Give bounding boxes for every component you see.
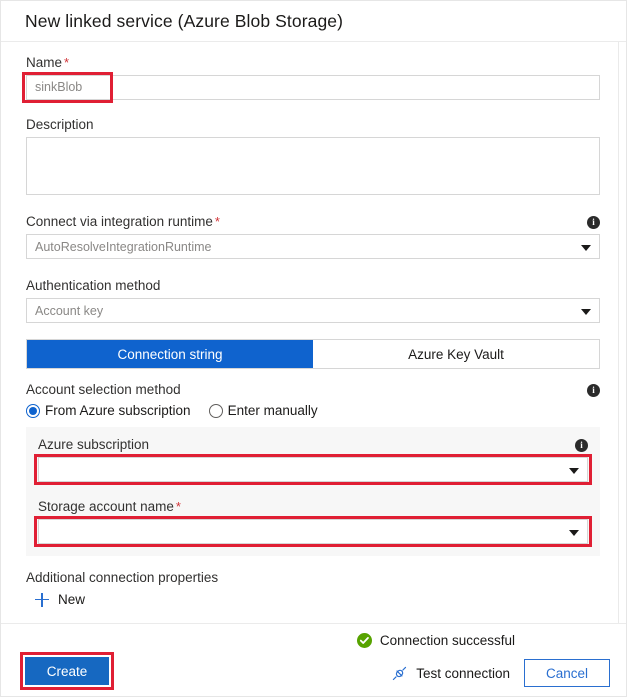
azure-subscription-label: Azure subscription	[38, 437, 150, 452]
test-connection-button[interactable]: Test connection	[391, 665, 510, 682]
azure-subscription-label-row: Azure subscription i	[38, 436, 588, 454]
name-label: Name *	[26, 54, 69, 72]
integration-runtime-label-text: Connect via integration runtime	[26, 214, 213, 229]
dialog-footer: Connection successful Test connection Ca…	[1, 623, 626, 696]
azure-subscription-select[interactable]	[38, 457, 588, 482]
integration-runtime-field-group: Connect via integration runtime * i AutoR…	[26, 213, 600, 259]
info-icon[interactable]: i	[575, 438, 588, 452]
footer-actions: Test connection Cancel	[26, 656, 610, 690]
auth-method-label: Authentication method	[26, 278, 161, 293]
storage-account-label: Storage account name *	[38, 498, 181, 516]
integration-runtime-label: Connect via integration runtime *	[26, 213, 220, 231]
check-circle-icon	[356, 632, 372, 648]
description-label: Description	[26, 117, 94, 132]
info-icon[interactable]: i	[587, 383, 600, 397]
dialog-header: New linked service (Azure Blob Storage)	[1, 1, 626, 42]
add-new-property-button[interactable]: New	[35, 592, 85, 607]
info-icon[interactable]: i	[587, 215, 600, 229]
description-textarea[interactable]	[26, 137, 600, 195]
name-label-text: Name	[26, 55, 63, 70]
azure-subscription-field-group: Azure subscription i	[34, 436, 592, 485]
account-selection-label-row: Account selection method i	[26, 381, 600, 399]
radio-mark-icon	[208, 403, 223, 418]
name-field-group: Name * sinkBlob	[22, 54, 600, 103]
vertical-scrollbar[interactable]	[618, 42, 626, 623]
tab-azure-key-vault[interactable]: Azure Key Vault	[313, 340, 599, 368]
integration-runtime-value: AutoResolveIntegrationRuntime	[35, 239, 212, 254]
account-selection-radio-group: From Azure subscription Enter manually	[26, 403, 600, 418]
name-required-marker: *	[64, 55, 70, 70]
chevron-down-icon	[569, 467, 579, 474]
account-selection-group: Account selection method i From Azure su…	[26, 381, 600, 418]
radio-mark-selected-icon	[26, 403, 40, 418]
storage-account-label-row: Storage account name *	[38, 498, 588, 516]
storage-account-field-group: Storage account name *	[34, 498, 592, 547]
radio-enter-manually-label: Enter manually	[227, 403, 318, 418]
page-title: New linked service (Azure Blob Storage)	[25, 10, 344, 31]
status-badge: Connection successful	[379, 632, 515, 648]
radio-enter-manually[interactable]: Enter manually	[208, 403, 318, 418]
storage-account-required-marker: *	[175, 499, 181, 514]
test-connection-label: Test connection	[416, 665, 510, 681]
name-input[interactable]: sinkBlob	[26, 75, 600, 100]
description-field-group: Description	[26, 116, 600, 195]
storage-account-label-text: Storage account name	[38, 499, 174, 514]
integration-runtime-required-marker: *	[214, 214, 220, 229]
create-button[interactable]: Create	[25, 657, 109, 685]
additional-properties-label: Additional connection properties	[26, 570, 219, 585]
description-label-row: Description	[26, 116, 600, 134]
add-new-property-label: New	[58, 592, 86, 607]
name-label-row: Name *	[26, 54, 600, 72]
auth-method-field-group: Authentication method Account key	[26, 277, 600, 323]
radio-from-azure-subscription[interactable]: From Azure subscription	[26, 403, 191, 418]
auth-method-select[interactable]: Account key	[26, 298, 600, 323]
account-selection-label: Account selection method	[26, 382, 181, 397]
integration-runtime-select[interactable]: AutoResolveIntegrationRuntime	[26, 234, 600, 259]
radio-from-azure-subscription-label: From Azure subscription	[45, 403, 191, 418]
dialog-body: Name * sinkBlob Description Connect via i…	[1, 42, 626, 623]
chevron-down-icon	[581, 244, 591, 251]
connection-status: Connection successful	[26, 624, 610, 656]
subscription-subpanel: Azure subscription i Storage account nam…	[26, 427, 600, 556]
credential-source-tabs: Connection string Azure Key Vault	[26, 339, 600, 369]
chevron-down-icon	[581, 308, 591, 315]
auth-method-label-row: Authentication method	[26, 277, 600, 295]
integration-runtime-label-row: Connect via integration runtime * i	[26, 213, 600, 231]
chevron-down-icon	[569, 529, 579, 536]
tab-connection-string[interactable]: Connection string	[27, 340, 313, 368]
plug-icon	[392, 666, 407, 680]
storage-account-select[interactable]	[38, 519, 588, 544]
plus-icon	[35, 592, 49, 607]
new-linked-service-dialog: New linked service (Azure Blob Storage) …	[0, 0, 627, 697]
cancel-button[interactable]: Cancel	[524, 659, 610, 687]
auth-method-value: Account key	[35, 303, 104, 318]
